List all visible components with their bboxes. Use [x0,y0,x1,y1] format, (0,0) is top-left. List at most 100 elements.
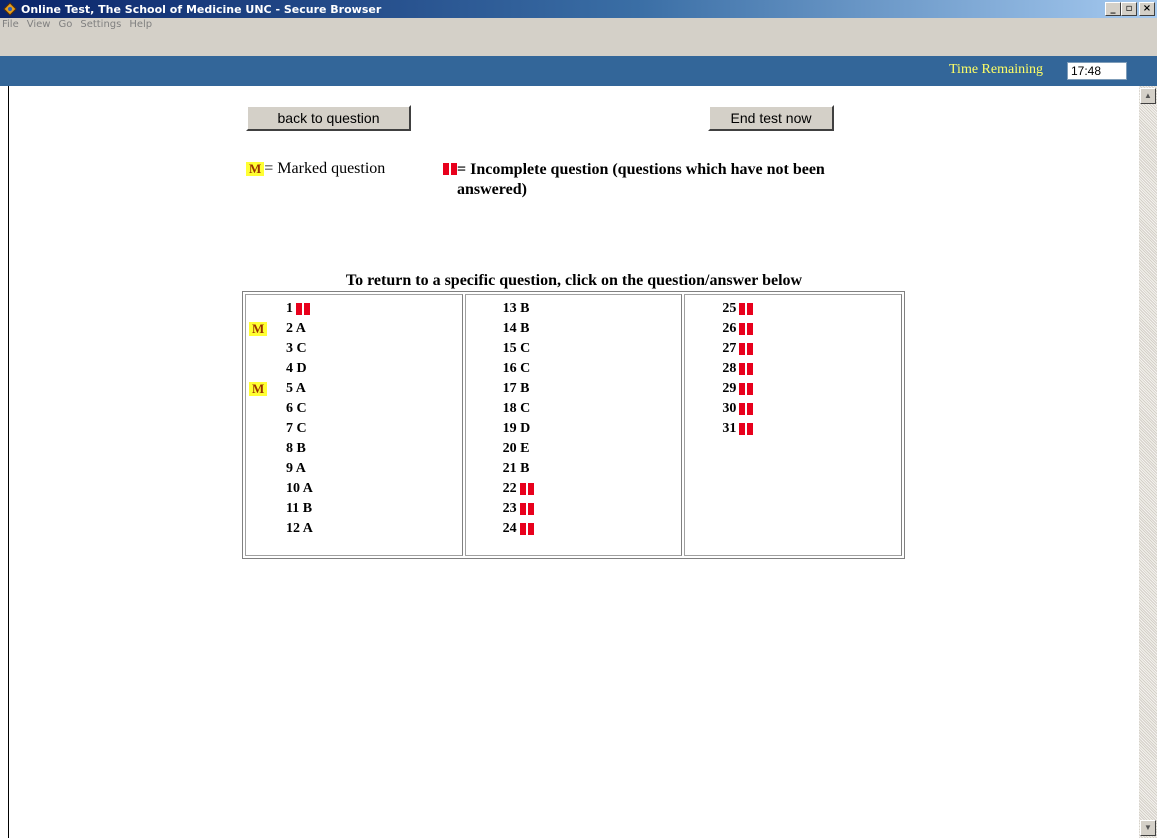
time-remaining-label: Time Remaining [949,62,1043,77]
question-row[interactable]: M 5 A [246,379,462,399]
minimize-button[interactable]: _ [1105,2,1121,16]
question-label: 31 [722,421,754,437]
legend-incomplete-text: = Incomplete question (questions which h… [457,161,825,198]
question-row[interactable]: 25 [685,299,901,319]
question-row[interactable]: 10 A [246,479,462,499]
question-row[interactable]: 23 [466,499,682,519]
incomplete-icon [519,483,534,495]
incomplete-icon [443,163,457,175]
question-row[interactable]: 20 E [466,439,682,459]
question-number-answer: 19 D [502,421,531,436]
question-row[interactable]: 28 [685,359,901,379]
question-label: 16 C [503,361,531,377]
question-row[interactable]: 17 B [466,379,682,399]
question-label: 22 [503,481,534,497]
question-row[interactable]: 26 [685,319,901,339]
window-title: Online Test, The School of Medicine UNC … [21,2,382,16]
question-number-answer: 11 B [286,501,313,516]
question-row[interactable]: 14 B [466,319,682,339]
question-row[interactable]: 30 [685,399,901,419]
question-label: 17 B [503,381,530,397]
menu-settings[interactable]: Settings [80,19,121,30]
question-row[interactable]: 15 C [466,339,682,359]
question-number-answer: 20 E [502,441,530,456]
question-number-answer: 29 [722,381,737,396]
question-number-answer: 9 A [286,461,306,476]
question-label: 3 C [286,341,307,357]
question-row[interactable]: 8 B [246,439,462,459]
instruction-text: To return to a specific question, click … [345,272,803,289]
question-number-answer: 5 A [286,381,306,396]
question-number-answer: 24 [502,521,517,536]
question-number-answer: 27 [722,341,737,356]
vertical-scrollbar[interactable]: ▲ ▼ [1139,86,1157,838]
question-label: 27 [722,341,754,357]
question-row[interactable]: 6 C [246,399,462,419]
question-row[interactable]: 22 [466,479,682,499]
question-number-answer: 16 C [502,361,531,376]
question-label: 12 A [286,521,313,537]
question-row[interactable]: M 2 A [246,319,462,339]
question-label: 8 B [286,441,306,457]
scroll-up-arrow-icon[interactable]: ▲ [1140,88,1156,104]
question-column-3: 25 26 27 28 29 30 31 [684,294,903,556]
question-label: 18 C [503,401,531,417]
content-left-border [8,86,9,838]
question-number-answer: 15 C [502,341,531,356]
question-row[interactable]: 29 [685,379,901,399]
menu-help[interactable]: Help [129,19,152,30]
question-row[interactable]: 21 B [466,459,682,479]
question-label: 14 B [503,321,530,337]
question-row[interactable]: 27 [685,339,901,359]
question-row[interactable]: 7 C [246,419,462,439]
menu-go[interactable]: Go [58,19,72,30]
close-button[interactable]: × [1139,2,1155,16]
incomplete-icon [739,383,754,395]
question-number-answer: 14 B [502,321,530,336]
question-row[interactable]: 18 C [466,399,682,419]
question-row[interactable]: 1 [246,299,462,319]
end-test-button[interactable]: End test now [708,105,834,131]
question-row[interactable]: 31 [685,419,901,439]
menu-view[interactable]: View [27,19,51,30]
question-number-answer: 28 [722,361,737,376]
question-row[interactable]: 16 C [466,359,682,379]
legend-marked-text: = Marked question [264,160,386,177]
question-label: 7 C [286,421,307,437]
question-row[interactable]: 3 C [246,339,462,359]
incomplete-icon [739,423,754,435]
incomplete-icon [519,503,534,515]
question-number-answer: 4 D [286,361,307,376]
maximize-button[interactable]: ▫ [1121,2,1137,16]
incomplete-icon [739,343,754,355]
question-row[interactable]: 19 D [466,419,682,439]
question-number-answer: 1 [286,301,293,316]
question-label: 25 [722,301,754,317]
question-number-answer: 10 A [286,481,313,496]
back-to-question-button[interactable]: back to question [246,105,411,131]
question-row[interactable]: 13 B [466,299,682,319]
question-number-answer: 22 [502,481,517,496]
question-row[interactable]: 4 D [246,359,462,379]
question-label: 21 B [503,461,530,477]
question-label: 2 A [286,321,306,337]
scroll-down-arrow-icon[interactable]: ▼ [1140,820,1156,836]
marked-badge-icon: M [246,162,265,176]
mark-slot: M [246,322,286,336]
incomplete-icon [739,403,754,415]
legend-incomplete: = Incomplete question (questions which h… [443,160,843,200]
question-row[interactable]: 24 [466,519,682,539]
question-label: 13 B [503,301,530,317]
question-row[interactable]: 12 A [246,519,462,539]
incomplete-icon [739,323,754,335]
question-label: 29 [722,381,754,397]
question-row[interactable]: 9 A [246,459,462,479]
mark-slot: M [246,382,286,396]
question-label: 26 [722,321,754,337]
menu-file[interactable]: File [2,19,19,30]
app-icon [2,1,18,17]
question-label: 23 [503,501,534,517]
question-label: 1 [286,301,310,317]
question-number-answer: 17 B [502,381,530,396]
question-row[interactable]: 11 B [246,499,462,519]
